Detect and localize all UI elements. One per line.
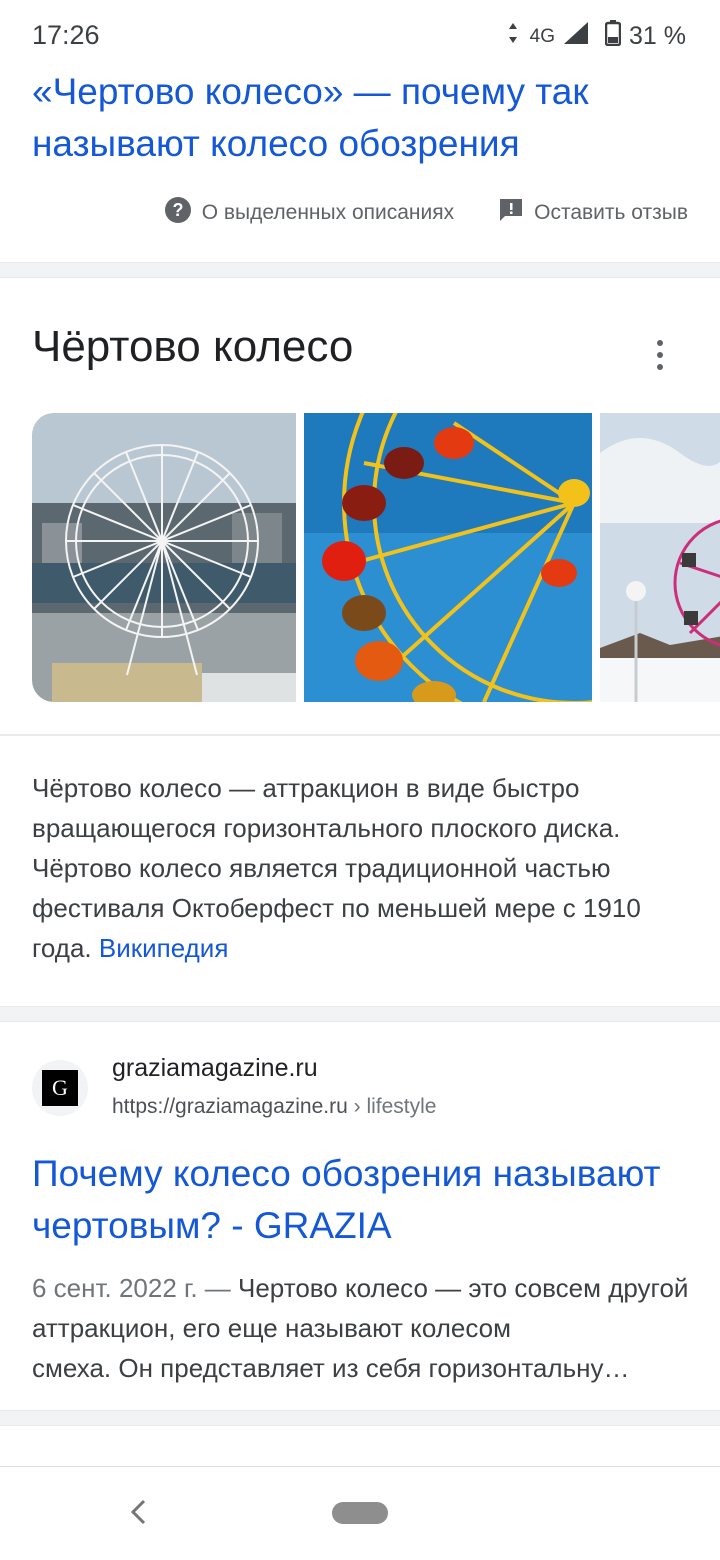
leave-feedback-label: Оставить отзыв bbox=[534, 201, 688, 224]
result-url-base: https://graziamagazine.ru bbox=[112, 1095, 348, 1118]
section-divider bbox=[0, 262, 720, 278]
system-nav-bar bbox=[0, 1466, 720, 1560]
svg-text:?: ? bbox=[172, 200, 183, 220]
wikipedia-link[interactable]: Википедия bbox=[99, 933, 229, 963]
about-label: О выделенных описаниях bbox=[201, 201, 455, 224]
result-site-name[interactable]: graziamagazine.ru bbox=[112, 1054, 318, 1083]
image-carousel[interactable] bbox=[0, 413, 720, 702]
about-featured-snippets-button[interactable]: ? О выделенных описаниях bbox=[164, 196, 454, 230]
signal-strength-icon bbox=[563, 21, 589, 52]
grazia-logo-icon: G bbox=[42, 1070, 78, 1106]
result-url-breadcrumb: › lifestyle bbox=[347, 1095, 437, 1118]
more-vert-icon[interactable] bbox=[648, 340, 672, 370]
divider bbox=[0, 734, 720, 736]
help-circle-icon: ? bbox=[164, 196, 192, 230]
featured-snippet-link[interactable]: «Чертово колесо» — почему так называют к… bbox=[32, 66, 692, 170]
section-divider bbox=[0, 1006, 720, 1022]
ferris-wheel-colorful-image[interactable] bbox=[304, 413, 592, 702]
status-bar: 17:26 4G 31 % bbox=[0, 0, 720, 72]
site-favicon: G bbox=[32, 1060, 88, 1116]
battery-icon bbox=[604, 20, 622, 53]
feedback-icon bbox=[498, 197, 524, 229]
knowledge-panel-description: Чёртово колесо — аттракцион в виде быстр… bbox=[32, 768, 692, 968]
feedback-row: ? О выделенных описаниях Оставить отзыв bbox=[164, 196, 688, 230]
result-snippet: 6 сент. 2022 г. — Чертово колесо — это с… bbox=[32, 1268, 692, 1388]
network-type: 4G bbox=[529, 25, 556, 47]
result-url[interactable]: https://graziamagazine.ru › lifestyle bbox=[112, 1095, 436, 1119]
home-pill-button[interactable] bbox=[332, 1502, 388, 1524]
status-time: 17:26 bbox=[32, 20, 100, 50]
snippet-date: 6 сент. 2022 г. — bbox=[32, 1273, 231, 1303]
battery-level: 31 % bbox=[629, 22, 686, 50]
snippet-text-truncated: смеха. Он представляет из себя горизонта… bbox=[32, 1353, 630, 1383]
knowledge-panel-title: Чёртово колесо bbox=[32, 322, 354, 371]
ferris-wheel-city-image[interactable] bbox=[32, 413, 296, 702]
leave-feedback-button[interactable]: Оставить отзыв bbox=[498, 197, 688, 229]
ferris-wheel-snow-image[interactable] bbox=[600, 413, 720, 702]
result-title-link[interactable]: Почему колесо обозрения называют чертовы… bbox=[32, 1148, 692, 1252]
back-icon[interactable] bbox=[126, 1497, 150, 1532]
signal-arrows-icon bbox=[508, 22, 518, 51]
status-icons: 4G 31 % bbox=[508, 20, 686, 53]
section-divider bbox=[0, 1410, 720, 1426]
